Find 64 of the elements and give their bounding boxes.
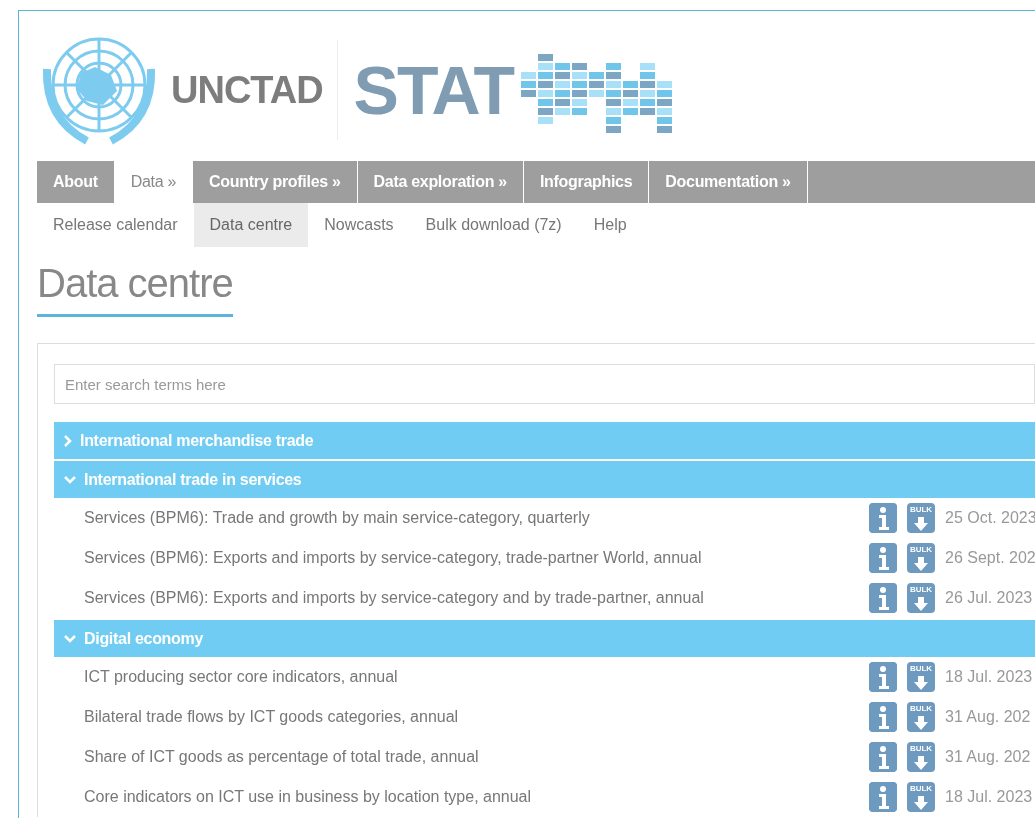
release-date: 31 Aug. 202 bbox=[945, 708, 1032, 726]
info-icon[interactable] bbox=[869, 583, 897, 613]
nav-tab[interactable]: Data » bbox=[114, 161, 194, 203]
info-icon[interactable] bbox=[869, 662, 897, 692]
category-header[interactable]: Digital economy bbox=[54, 620, 1035, 657]
product-name: STAT bbox=[353, 51, 514, 129]
info-icon[interactable] bbox=[869, 543, 897, 573]
category-title: Digital economy bbox=[84, 629, 204, 648]
category-header[interactable]: International trade in services bbox=[54, 461, 1035, 498]
dataset-link[interactable]: Services (BPM6): Exports and imports by service-category and by trade-partner, annual bbox=[84, 589, 869, 607]
search-field[interactable]: Enter search terms here bbox=[54, 364, 1035, 404]
info-icon[interactable] bbox=[869, 742, 897, 772]
release-date: 26 Sept. 202 bbox=[945, 549, 1035, 567]
release-date: 26 Jul. 2023 bbox=[945, 589, 1034, 607]
down-arrow-icon bbox=[913, 517, 929, 531]
bulk-download-button[interactable]: BULK bbox=[907, 583, 935, 613]
logo-bar bbox=[657, 126, 673, 133]
bulk-download-button[interactable]: BULK bbox=[907, 662, 935, 692]
down-arrow-icon bbox=[913, 676, 929, 690]
logo-bar bbox=[606, 63, 622, 70]
release-date: 25 Oct. 2023 bbox=[945, 509, 1035, 527]
logo-bar bbox=[538, 117, 554, 124]
release-date: 18 Jul. 2023 bbox=[945, 788, 1034, 806]
dataset-link[interactable]: Core indicators on ICT use in business by location type, annual bbox=[84, 788, 869, 806]
subnav-link[interactable]: Help bbox=[577, 203, 643, 247]
nav-tab[interactable]: Infographics bbox=[523, 161, 650, 203]
subnav-link[interactable]: Bulk download (7z) bbox=[409, 203, 578, 247]
bulk-download-button[interactable]: BULK bbox=[907, 503, 935, 533]
release-date: 18 Jul. 2023 bbox=[945, 668, 1034, 686]
down-arrow-icon bbox=[913, 756, 929, 770]
dataset-link[interactable]: Services (BPM6): Exports and imports by service-category, trade-partner World, annual bbox=[84, 549, 869, 567]
bulk-download-button[interactable]: BULK bbox=[907, 782, 935, 812]
dataset-link[interactable]: Services (BPM6): Trade and growth by main service-category, quarterly bbox=[84, 509, 869, 527]
category-title: International trade in services bbox=[84, 470, 302, 489]
down-arrow-icon bbox=[913, 597, 929, 611]
info-icon[interactable] bbox=[869, 503, 897, 533]
subnav-link[interactable]: Nowcasts bbox=[308, 203, 410, 247]
nav-tab[interactable]: Documentation » bbox=[649, 161, 808, 203]
bulk-download-button[interactable]: BULK bbox=[907, 702, 935, 732]
organization-name: UNCTAD bbox=[171, 40, 338, 140]
category-title: International merchandise trade bbox=[80, 431, 314, 450]
logo-bar bbox=[538, 54, 554, 61]
dataset-link[interactable]: ICT producing sector core indicators, annual bbox=[84, 668, 869, 686]
bulk-download-button[interactable]: BULK bbox=[907, 543, 935, 573]
logo-bar bbox=[606, 126, 622, 133]
logo-bar bbox=[640, 63, 656, 70]
nav-tab[interactable]: About bbox=[37, 161, 115, 203]
nav-tab[interactable]: Data exploration » bbox=[357, 161, 524, 203]
down-arrow-icon bbox=[913, 716, 929, 730]
dataset-link[interactable]: Share of ICT goods as percentage of total trade, annual bbox=[84, 748, 869, 766]
subnav-link[interactable]: Data centre bbox=[193, 203, 309, 247]
logo-bar bbox=[657, 117, 673, 124]
subnav-link[interactable]: Release calendar bbox=[37, 203, 194, 247]
info-icon[interactable] bbox=[869, 702, 897, 732]
logo-bar bbox=[640, 72, 656, 79]
logo-bar bbox=[606, 117, 622, 124]
down-arrow-icon bbox=[913, 557, 929, 571]
down-arrow-icon bbox=[913, 796, 929, 810]
category-header[interactable]: International merchandise trade bbox=[54, 422, 1035, 459]
release-date: 31 Aug. 202 bbox=[945, 748, 1032, 766]
page-title: Data centre bbox=[37, 261, 233, 317]
info-icon[interactable] bbox=[869, 782, 897, 812]
bulk-download-button[interactable]: BULK bbox=[907, 742, 935, 772]
dataset-link[interactable]: Bilateral trade flows by ICT goods categories, annual bbox=[84, 708, 869, 726]
